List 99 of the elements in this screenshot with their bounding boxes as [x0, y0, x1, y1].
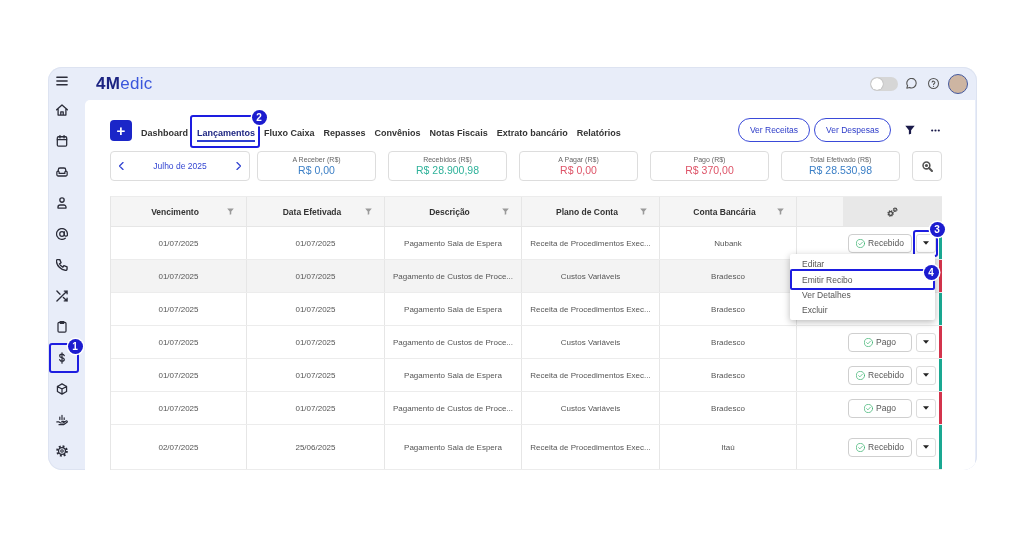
next-month-button[interactable]	[234, 160, 243, 172]
shuffle-icon	[56, 289, 68, 302]
tab[interactable]: Convênios	[374, 125, 421, 142]
caret-down-icon	[923, 373, 929, 377]
table-cell: Custos Variáveis	[522, 326, 660, 358]
table-cell: 01/07/2025	[111, 260, 247, 292]
status-button[interactable]: Recebido	[848, 365, 912, 385]
status-button[interactable]: Recebido	[848, 233, 912, 253]
step-badge: 1	[67, 338, 83, 354]
cube-icon	[56, 382, 68, 395]
table-cell: Bradesco	[660, 392, 797, 424]
calendar-icon	[56, 134, 68, 147]
column-header: Conta Bancária	[692, 206, 757, 217]
logo: 4Medic	[96, 73, 153, 94]
table-cell: Custos Variáveis	[522, 392, 660, 424]
home-icon	[56, 103, 68, 116]
sofa-icon	[56, 165, 68, 178]
table-cell: Custos Variáveis	[522, 260, 660, 292]
table-cell: 01/07/2025	[247, 326, 385, 358]
table-cell: Pagamento Sala de Espera	[385, 293, 522, 325]
tab[interactable]: Fluxo Caixa	[264, 125, 315, 142]
card-value: R$ 0,00	[560, 164, 597, 176]
toggle-switch[interactable]	[870, 76, 898, 91]
tab[interactable]: Repasses	[323, 125, 366, 142]
table-cell: 01/07/2025	[247, 293, 385, 325]
card-value: R$ 0,00	[298, 164, 335, 176]
table-cell: 01/07/2025	[247, 227, 385, 259]
table-cell: Receita de Procedimentos Exec...	[522, 293, 660, 325]
more-icon[interactable]	[931, 128, 940, 132]
table-cell: 01/07/2025	[111, 227, 247, 259]
caret-down-icon	[923, 241, 929, 245]
card-value: R$ 370,00	[685, 164, 734, 176]
caret-down-icon	[923, 445, 929, 449]
view-button[interactable]: Ver Despesas	[814, 118, 891, 142]
chevron-right-icon	[236, 162, 241, 170]
table-cell: 01/07/2025	[111, 293, 247, 325]
status-button[interactable]: Recebido	[848, 437, 912, 457]
table-cell: Receita de Procedimentos Exec...	[522, 227, 660, 259]
check-circle-icon	[864, 337, 874, 347]
table-cell: Receita de Procedimentos Exec...	[522, 359, 660, 391]
caret-down-icon	[923, 340, 929, 344]
step-badge: 3	[929, 222, 945, 237]
dollar-icon	[56, 351, 68, 364]
table-cell: 01/07/2025	[247, 359, 385, 391]
table-cell: 25/06/2025	[247, 425, 385, 469]
check-circle-icon	[856, 442, 866, 452]
table-cell: Bradesco	[660, 359, 797, 391]
column-header: Descrição	[428, 206, 471, 217]
settings-icon	[56, 444, 68, 457]
table-cell: 01/07/2025	[247, 392, 385, 424]
table-cell: Pagamento Sala de Espera	[385, 425, 522, 469]
previous-month-button[interactable]	[117, 160, 126, 172]
menu-icon[interactable]	[56, 75, 68, 86]
search-icon	[921, 160, 933, 172]
tab[interactable]: Relatórios	[576, 125, 621, 142]
filter-icon[interactable]	[905, 125, 915, 135]
user-icon	[56, 196, 68, 209]
step-badge: 4	[923, 264, 939, 280]
caret-down-icon	[923, 406, 929, 410]
tab[interactable]: Notas Fiscais	[429, 125, 488, 142]
add-button[interactable]: +	[110, 119, 132, 141]
phone-icon	[56, 258, 68, 271]
check-circle-icon	[856, 370, 866, 380]
table-cell: 01/07/2025	[111, 359, 247, 391]
table-cell: Receita de Procedimentos Exec...	[522, 425, 660, 469]
card-value: R$ 28.900,98	[415, 164, 480, 176]
table-cell: Pagamento Sala de Espera	[385, 359, 522, 391]
status-button[interactable]: Pago	[848, 332, 912, 352]
tab[interactable]: Extrato bancário	[496, 125, 568, 142]
at-sign-icon	[56, 227, 68, 240]
avatar[interactable]	[948, 73, 968, 94]
table-cell: Pagamento de Custos de Proce...	[385, 392, 522, 424]
month-label: Julho de 2025	[152, 161, 208, 171]
column-header: Vencimento	[150, 206, 200, 217]
card-value: R$ 28.530,98	[808, 164, 873, 176]
clipboard-icon	[56, 320, 68, 333]
table-cell: Pagamento de Custos de Proce...	[385, 326, 522, 358]
table-cell: Itaú	[660, 425, 797, 469]
step-badge: 2	[251, 110, 267, 125]
table-cell: Bradesco	[660, 326, 797, 358]
search-button[interactable]	[912, 151, 942, 181]
help-icon[interactable]	[928, 78, 939, 89]
chat-icon[interactable]	[906, 78, 917, 89]
tab[interactable]: Dashboard	[141, 125, 188, 142]
hand-chart-icon	[56, 413, 68, 426]
table-cell: 01/07/2025	[111, 326, 247, 358]
status-button[interactable]: Pago	[848, 398, 912, 418]
table-cell: 02/07/2025	[111, 425, 247, 469]
chevron-left-icon	[119, 162, 124, 170]
table-cell: 01/07/2025	[247, 260, 385, 292]
table-cell: 01/07/2025	[111, 392, 247, 424]
column-header: Data Efetivada	[281, 206, 343, 217]
check-circle-icon	[856, 238, 866, 248]
column-header: Plano de Conta	[555, 206, 619, 217]
table-cell: Pagamento Sala de Espera	[385, 227, 522, 259]
view-button[interactable]: Ver Receitas	[737, 118, 811, 142]
table-cell: Pagamento de Custos de Proce...	[385, 260, 522, 292]
gears-icon[interactable]	[887, 206, 898, 217]
check-circle-icon	[864, 403, 874, 413]
